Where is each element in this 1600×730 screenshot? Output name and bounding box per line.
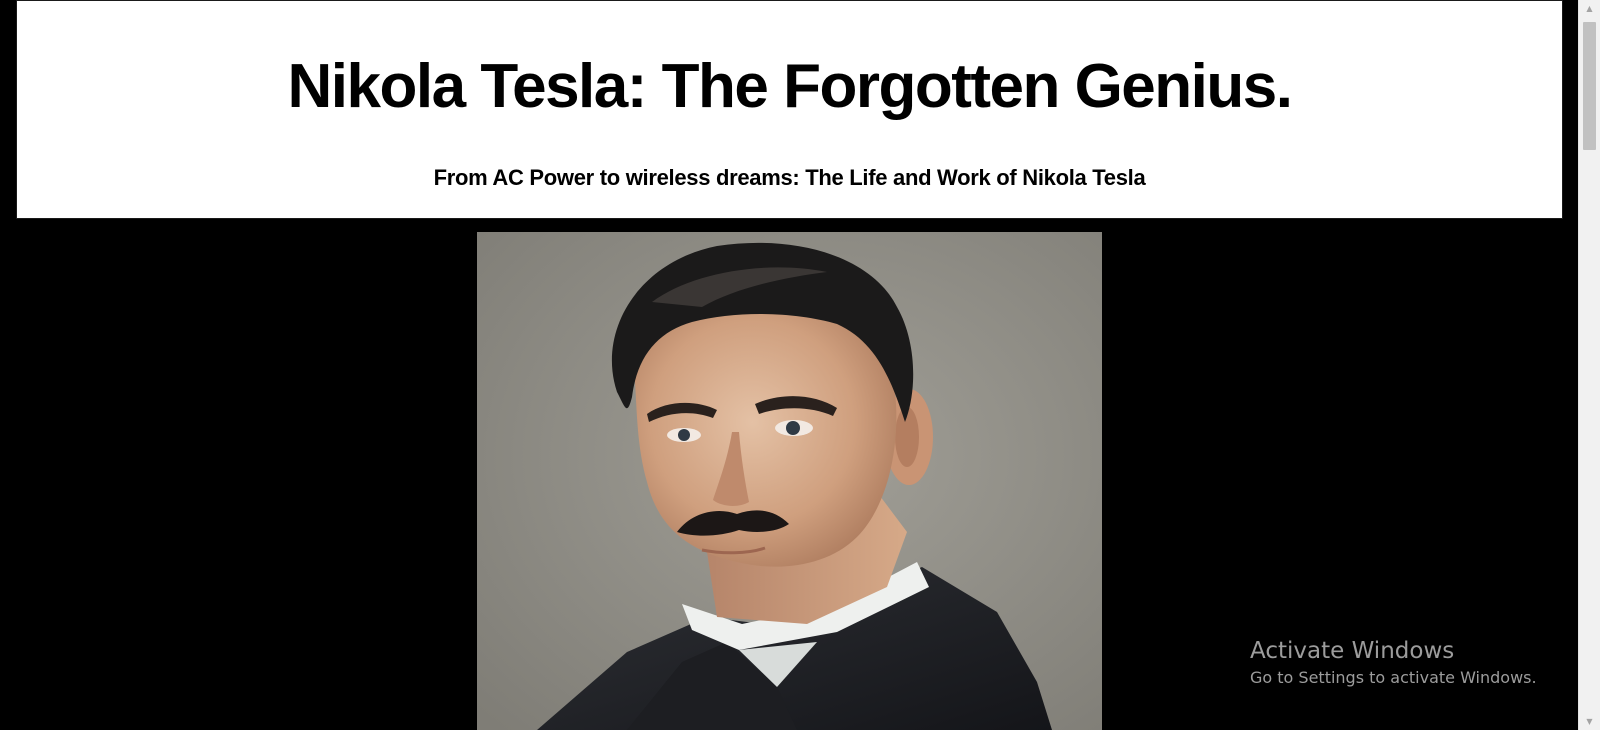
watermark-subtitle: Go to Settings to activate Windows. <box>1250 668 1537 687</box>
scroll-down-arrow-icon[interactable]: ▼ <box>1579 713 1600 730</box>
scrollbar-thumb[interactable] <box>1583 22 1596 150</box>
page: Nikola Tesla: The Forgotten Genius. From… <box>0 0 1600 730</box>
page-header: Nikola Tesla: The Forgotten Genius. From… <box>16 0 1563 219</box>
tesla-portrait-image <box>477 232 1102 730</box>
vertical-scrollbar[interactable]: ▲ ▼ <box>1578 0 1600 730</box>
activate-windows-watermark: Activate Windows Go to Settings to activ… <box>1250 636 1537 690</box>
watermark-title: Activate Windows <box>1250 638 1455 664</box>
scroll-up-arrow-icon[interactable]: ▲ <box>1579 0 1600 17</box>
page-subtitle: From AC Power to wireless dreams: The Li… <box>433 165 1146 190</box>
page-title: Nikola Tesla: The Forgotten Genius. <box>287 52 1293 121</box>
